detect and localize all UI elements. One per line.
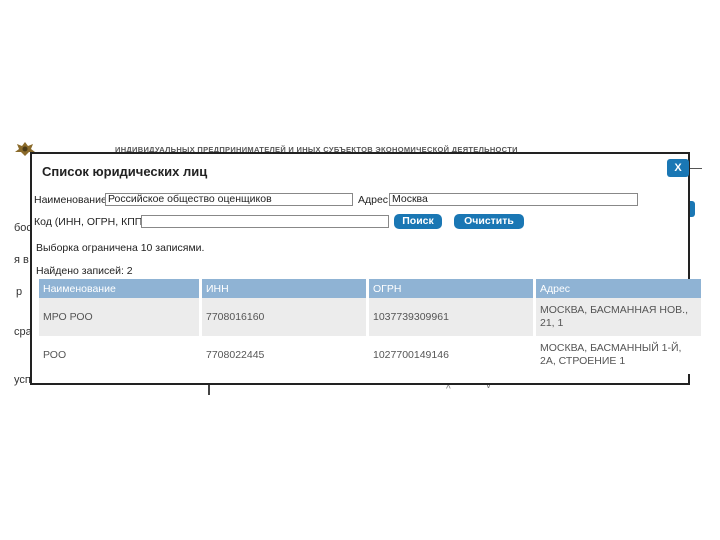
dialog-title: Список юридических лиц	[42, 164, 208, 179]
column-header-name[interactable]: Наименование	[39, 279, 199, 298]
search-button[interactable]: Поиск	[394, 214, 442, 229]
cell-name: РОО	[39, 336, 199, 374]
legal-entities-dialog: Список юридических лиц X Наименование Ро…	[30, 152, 701, 385]
cell-address: МОСКВА, БАСМАННЫЙ 1-Й, 2А, СТРОЕНИЕ 1	[536, 336, 701, 374]
column-header-address[interactable]: Адрес	[536, 279, 701, 298]
table-row[interactable]: РОО 7708022445 1027700149146 МОСКВА, БАС…	[39, 336, 701, 374]
limit-notice: Выборка ограничена 10 записями.	[36, 242, 205, 254]
background-text-fragment: усп	[14, 374, 31, 386]
column-header-inn[interactable]: ИНН	[202, 279, 366, 298]
address-input[interactable]: Москва	[389, 193, 638, 206]
cell-name: МРО РОО	[39, 298, 199, 336]
clear-button[interactable]: Очистить	[454, 214, 524, 229]
cell-inn: 7708016160	[202, 298, 366, 336]
cell-ogrn: 1037739309961	[369, 298, 533, 336]
cell-inn: 7708022445	[202, 336, 366, 374]
background-divider	[690, 168, 702, 169]
code-input[interactable]	[141, 215, 389, 228]
results-table: Наименование ИНН ОГРН Адрес МРО РОО 7708…	[36, 279, 704, 374]
cell-address: МОСКВА, БАСМАННАЯ НОВ., 21, 1	[536, 298, 701, 336]
background-text-fragment: р	[16, 286, 23, 298]
column-header-ogrn[interactable]: ОГРН	[369, 279, 533, 298]
close-button[interactable]: X	[667, 159, 689, 177]
chevron-up-icon: ^	[446, 384, 451, 395]
name-input[interactable]: Российское общество оценщиков	[105, 193, 353, 206]
background-text-fragment: я в	[14, 254, 29, 266]
records-found-count: Найдено записей: 2	[36, 265, 133, 277]
cell-ogrn: 1027700149146	[369, 336, 533, 374]
code-label: Код (ИНН, ОГРН, КПП)	[34, 216, 146, 228]
address-label: Адрес	[358, 194, 389, 206]
name-label: Наименование	[34, 194, 107, 206]
table-row[interactable]: МРО РОО 7708016160 1037739309961 МОСКВА,…	[39, 298, 701, 336]
